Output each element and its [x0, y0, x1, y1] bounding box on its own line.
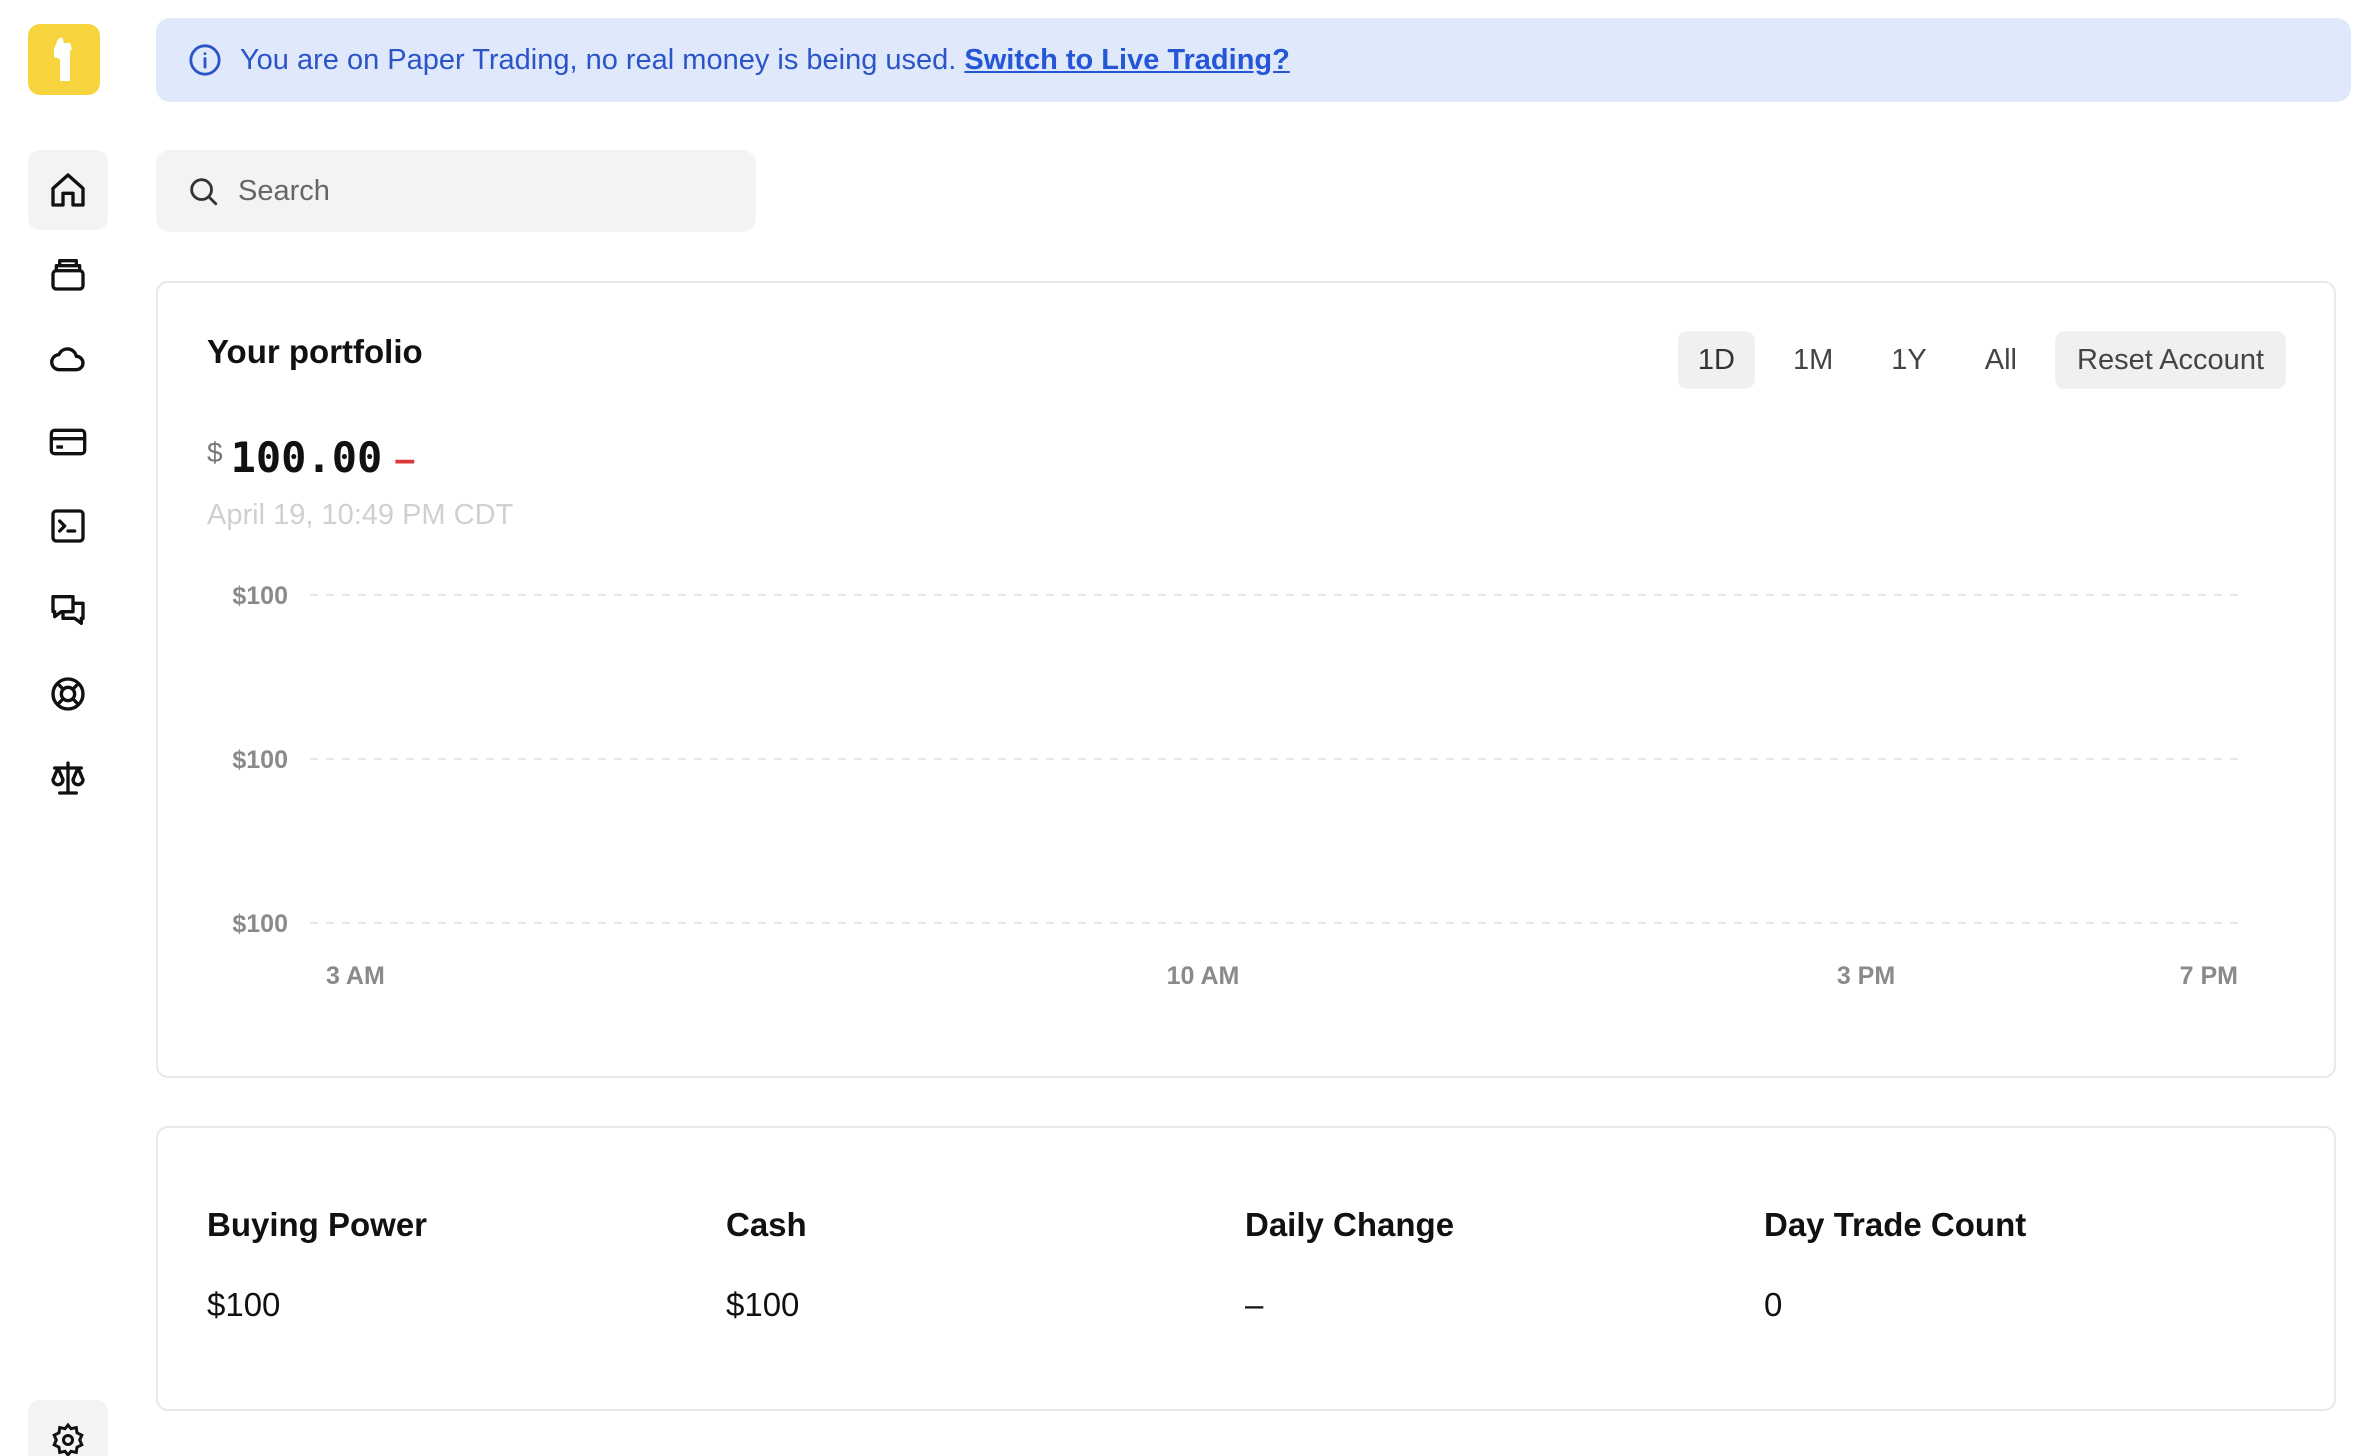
y-tick-label: $100 [232, 746, 288, 774]
x-tick-label: 3 PM [1837, 962, 1895, 990]
range-1y-button[interactable]: 1Y [1871, 331, 1946, 389]
switch-to-live-link[interactable]: Switch to Live Trading? [964, 44, 1289, 77]
banner-message: You are on Paper Trading, no real money … [240, 43, 957, 76]
sidebar-item-billing[interactable] [28, 402, 108, 482]
search-bar[interactable] [156, 150, 756, 232]
settings-button[interactable] [28, 1400, 108, 1456]
portfolio-change: – [394, 439, 416, 481]
sidebar [0, 0, 135, 1456]
stat-day-trade-count: Day Trade Count 0 [1764, 1206, 2026, 1324]
portfolio-value: 100.00 [230, 433, 383, 482]
scale-icon [51, 761, 85, 795]
stat-value: $100 [207, 1286, 281, 1323]
account-stats-card: Buying Power $100 Cash $100 Daily Change… [156, 1126, 2336, 1411]
range-1m-button[interactable]: 1M [1773, 331, 1853, 389]
paper-trading-banner: You are on Paper Trading, no real money … [156, 18, 2351, 102]
sidebar-item-cloud[interactable] [28, 318, 108, 398]
support-icon [51, 677, 85, 711]
alpaca-logo[interactable] [28, 24, 100, 95]
stat-label: Daily Change [1245, 1206, 1455, 1243]
range-1d-button[interactable]: 1D [1677, 331, 1755, 389]
x-tick-label: 7 PM [2180, 962, 2238, 990]
y-tick-label: $100 [232, 583, 288, 610]
stat-value: 0 [1764, 1286, 1783, 1323]
range-selector: 1D 1M 1Y All Reset Account [1660, 331, 2286, 389]
currency-symbol: $ [207, 437, 223, 468]
gear-icon [52, 1422, 84, 1456]
sidebar-item-legal[interactable] [28, 738, 108, 818]
y-tick-label: $100 [232, 910, 288, 938]
x-tick-label: 10 AM [1167, 962, 1240, 990]
portfolio-timestamp: April 19, 10:49 PM CDT [207, 499, 514, 531]
stat-daily-change: Daily Change – [1245, 1206, 1454, 1324]
chat-icon [51, 595, 85, 625]
sidebar-item-support[interactable] [28, 654, 108, 734]
portfolio-value-row: $ 100.00 – [207, 433, 415, 482]
sidebar-item-terminal[interactable] [28, 486, 108, 566]
search-icon [190, 178, 218, 206]
stat-label: Buying Power [207, 1206, 428, 1243]
stat-label: Cash [726, 1206, 807, 1243]
stat-cash: Cash $100 [726, 1206, 807, 1324]
stat-value: $100 [726, 1286, 800, 1323]
stat-value: – [1245, 1286, 1264, 1323]
sidebar-item-stack[interactable] [28, 234, 108, 314]
search-input[interactable] [238, 174, 738, 208]
cloud-icon [50, 347, 85, 372]
sidebar-item-messages[interactable] [28, 570, 108, 650]
reset-account-button[interactable]: Reset Account [2055, 331, 2286, 389]
info-icon [189, 44, 221, 76]
stat-buying-power: Buying Power $100 [207, 1206, 427, 1324]
portfolio-chart[interactable]: $100 $100 $100 3 AM 10 AM 3 PM 7 PM [158, 583, 2334, 1003]
home-icon [51, 173, 85, 207]
sidebar-item-home[interactable] [28, 150, 108, 230]
range-all-button[interactable]: All [1965, 331, 2037, 389]
terminal-icon [51, 509, 85, 543]
portfolio-title: Your portfolio [207, 333, 423, 370]
stat-label: Day Trade Count [1764, 1206, 2027, 1243]
x-tick-label: 3 AM [326, 962, 385, 990]
llama-icon [54, 36, 72, 81]
portfolio-card: Your portfolio 1D 1M 1Y All Reset Accoun… [156, 281, 2336, 1078]
stack-icon [51, 259, 85, 291]
credit-card-icon [49, 428, 87, 456]
